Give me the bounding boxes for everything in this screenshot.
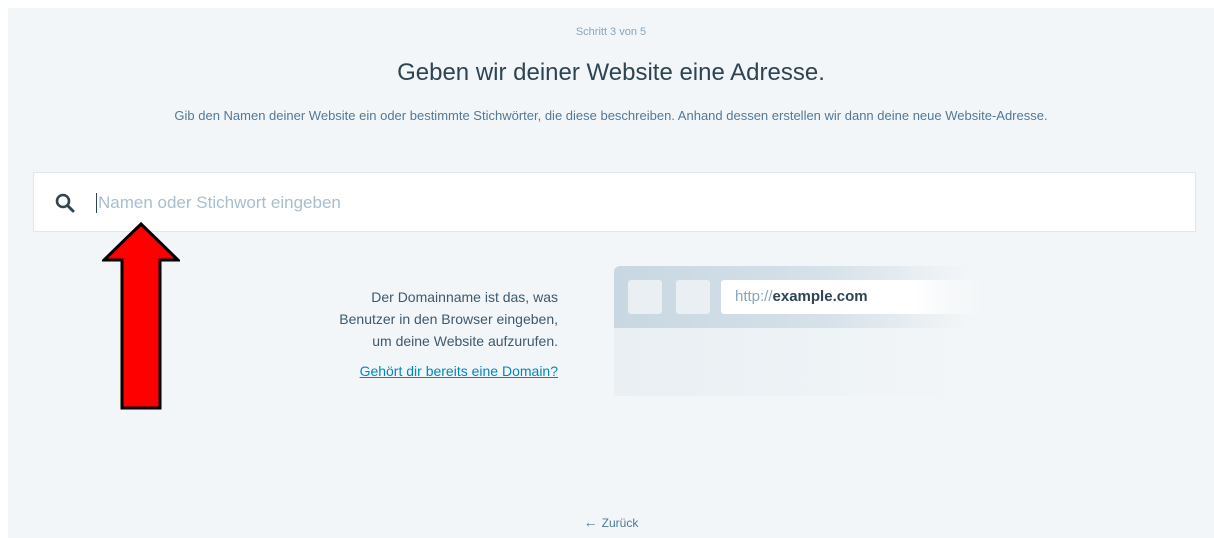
page-subtitle: Gib den Namen deiner Website ein oder be… bbox=[174, 108, 1048, 123]
browser-button bbox=[628, 280, 662, 314]
info-line-3: um deine Website aufzurufen. bbox=[372, 333, 558, 349]
red-arrow-annotation bbox=[102, 222, 180, 410]
info-line-2: Benutzer in den Browser eingeben, bbox=[339, 311, 558, 327]
browser-body bbox=[614, 328, 969, 396]
browser-illustration: http://example.com bbox=[614, 266, 981, 396]
browser-toolbar: http://example.com bbox=[614, 266, 981, 328]
step-indicator: Schritt 3 von 5 bbox=[575, 26, 647, 38]
back-button[interactable]: ← Zurück bbox=[8, 514, 1214, 530]
domain-info: Der Domainname ist das, was Benutzer in … bbox=[238, 286, 558, 382]
domain-search-box[interactable] bbox=[33, 172, 1196, 232]
url-protocol: http:// bbox=[735, 288, 773, 305]
signup-page: Schritt 3 von 5 Geben wir deiner Website… bbox=[8, 8, 1214, 538]
url-domain: example.com bbox=[772, 288, 868, 305]
back-label: Zurück bbox=[601, 516, 639, 530]
browser-url-bar: http://example.com bbox=[721, 280, 981, 314]
info-line-1: Der Domainname ist das, was bbox=[371, 289, 558, 305]
existing-domain-link[interactable]: Gehört dir bereits eine Domain? bbox=[360, 360, 558, 382]
search-icon bbox=[55, 193, 75, 213]
domain-search-input[interactable] bbox=[98, 187, 1178, 219]
browser-button bbox=[676, 280, 710, 314]
back-arrow-icon: ← bbox=[583, 514, 598, 530]
page-title: Geben wir deiner Website eine Adresse. bbox=[397, 59, 825, 86]
text-caret bbox=[96, 193, 97, 213]
